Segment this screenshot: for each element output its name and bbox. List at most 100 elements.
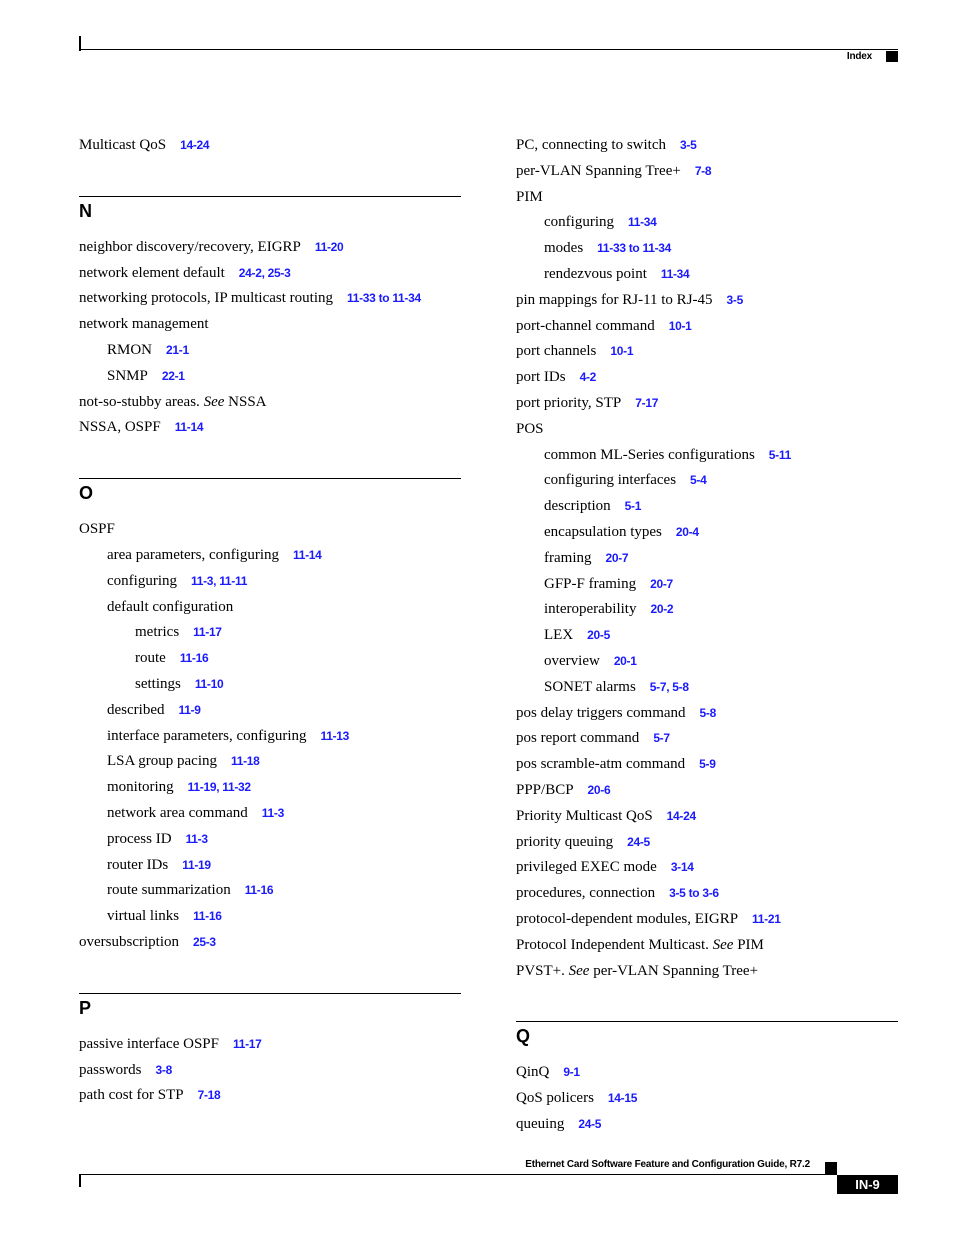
page-reference-link[interactable]: 10-1 [610,344,633,358]
entry-term: pos delay triggers command [516,704,686,721]
index-entry: network area command 11-3 [79,801,461,827]
entry-term: configuring [107,572,177,589]
page-reference-link[interactable]: 11-34 [628,215,657,229]
entry-term: network management [79,316,209,333]
page-reference-link[interactable]: 3-14 [671,860,694,874]
index-entry: per-VLAN Spanning Tree+ 7-8 [516,159,898,185]
page-reference-link[interactable]: 5-9 [699,757,716,771]
entry-term: pos scramble-atm command [516,756,686,773]
page-reference-link[interactable]: 4-2 [580,370,597,384]
page-reference-link[interactable]: 11-3, 11-11 [191,574,247,588]
page-number: IN-9 [837,1175,898,1194]
page-reference-link[interactable]: 11-3 [262,806,284,820]
entry-term: pin mappings for RJ-11 to RJ-45 [516,291,713,308]
page-reference-link[interactable]: 7-8 [695,164,712,178]
page-reference-link[interactable]: 11-17 [193,625,222,639]
page-reference-link[interactable]: 11-18 [231,754,260,768]
index-entry: configuring interfaces 5-4 [516,468,898,494]
footer-tab-marker [825,1162,837,1174]
page-reference-link[interactable]: 24-2, 25-3 [239,266,291,280]
page-reference-link[interactable]: 11-14 [175,420,204,434]
footer-corner-mark [79,1174,81,1187]
page-reference-link[interactable]: 10-1 [669,319,692,333]
page-reference-link[interactable]: 20-5 [587,628,610,642]
page-reference-link[interactable]: 11-34 [661,267,690,281]
index-entry: pin mappings for RJ-11 to RJ-45 3-5 [516,288,898,314]
page-reference-link[interactable]: 11-16 [180,651,209,665]
page-reference-link[interactable]: 11-10 [195,677,224,691]
index-section-n: Nneighbor discovery/recovery, EIGRP 11-20… [79,195,461,441]
page-reference-link[interactable]: 5-8 [700,706,717,720]
page-reference-link[interactable]: 14-15 [608,1091,638,1105]
index-entry: passive interface OSPF 11-17 [79,1032,461,1058]
page-reference-link[interactable]: 3-5 [680,138,697,152]
page-reference-link[interactable]: 7-18 [198,1088,221,1102]
page-reference-link[interactable]: 21-1 [166,343,189,357]
page-reference-link[interactable]: 20-2 [650,602,673,616]
see-reference-label: See [568,962,590,979]
page-reference-link[interactable]: 20-4 [676,525,699,539]
page-reference-link[interactable]: 14-24 [667,809,697,823]
page-reference-link[interactable]: 11-17 [233,1037,262,1051]
page-reference-link[interactable]: 3-5 [727,293,744,307]
page-reference-link[interactable]: 11-21 [752,912,781,926]
page-reference-link[interactable]: 11-13 [320,729,349,743]
index-entry: metrics 11-17 [79,620,461,646]
page-reference-link[interactable]: 20-1 [614,654,637,668]
index-entry: PVST+. See per-VLAN Spanning Tree+ [516,959,898,985]
index-column-right: PC, connecting to switch 3-5 per-VLAN Span… [516,133,898,1138]
entry-term: QinQ [516,1064,550,1081]
page-reference-link[interactable]: 7-17 [635,396,658,410]
page-reference-link[interactable]: 5-7 [653,731,670,745]
page-reference-link[interactable]: 24-5 [578,1117,601,1131]
entry-term: common ML-Series configurations [544,446,755,463]
entry-term: configuring [544,214,614,231]
entry-term: rendezvous point [544,265,647,282]
page-reference-link[interactable]: 3-8 [156,1063,173,1077]
page-reference-link[interactable]: 3-5 to 3-6 [669,886,719,900]
index-entry: modes 11-33 to 11-34 [516,236,898,262]
entry-term: oversubscription [79,933,179,950]
page-reference-link[interactable]: 24-5 [627,835,650,849]
entry-term: network area command [107,804,248,821]
page-reference-link[interactable]: 22-1 [162,369,185,383]
index-entry: route summarization 11-16 [79,878,461,904]
entry-term: privileged EXEC mode [516,859,657,876]
page-reference-link[interactable]: 20-7 [650,577,673,591]
page-reference-link[interactable]: 20-7 [605,551,628,565]
page-reference-link[interactable]: 5-1 [625,499,642,513]
section-entries: QinQ 9-1 QoS policers 14-15 queuing 24-5 [516,1060,898,1137]
index-entry: RMON 21-1 [79,338,461,364]
page-reference-link[interactable]: 25-3 [193,935,216,949]
index-entry: priority queuing 24-5 [516,830,898,856]
page-reference-link[interactable]: 11-3 [186,832,208,846]
entry-term: passive interface OSPF [79,1035,219,1052]
entry-term: configuring interfaces [544,472,677,489]
page-reference-link[interactable]: 11-20 [315,240,344,254]
page-reference-link[interactable]: 11-33 to 11-34 [597,241,671,255]
index-entry: PPP/BCP 20-6 [516,778,898,804]
page-reference-link[interactable]: 11-33 to 11-34 [347,291,421,305]
index-entry: Multicast QoS 14-24 [79,133,461,159]
entry-term: SONET alarms [544,678,636,695]
page-reference-link[interactable]: 20-6 [588,783,611,797]
see-reference-target: NSSA [228,393,267,410]
entry-term: not-so-stubby areas. [79,393,200,410]
page-reference-link[interactable]: 11-16 [193,909,222,923]
index-entry: configuring 11-34 [516,210,898,236]
footer-rule [79,1174,837,1175]
page-reference-link[interactable]: 5-11 [769,448,791,462]
page-reference-link[interactable]: 11-9 [178,703,200,717]
section-entries: OSPF area parameters, configuring 11-14 con… [79,517,461,956]
page-reference-link[interactable]: 5-4 [690,473,707,487]
page-reference-link[interactable]: 5-7, 5-8 [650,680,689,694]
entry-term: port-channel command [516,317,655,334]
page-reference-link[interactable]: 11-19 [182,858,211,872]
page-reference-link[interactable]: 11-16 [245,883,274,897]
page-reference-link[interactable]: 11-19, 11-32 [188,780,251,794]
page-reference-link[interactable]: 14-24 [180,138,210,152]
page-reference-link[interactable]: 11-14 [293,548,322,562]
right-top-entries: PC, connecting to switch 3-5 per-VLAN Span… [516,133,898,984]
entry-term: QoS policers [516,1090,594,1107]
page-reference-link[interactable]: 9-1 [563,1065,580,1079]
